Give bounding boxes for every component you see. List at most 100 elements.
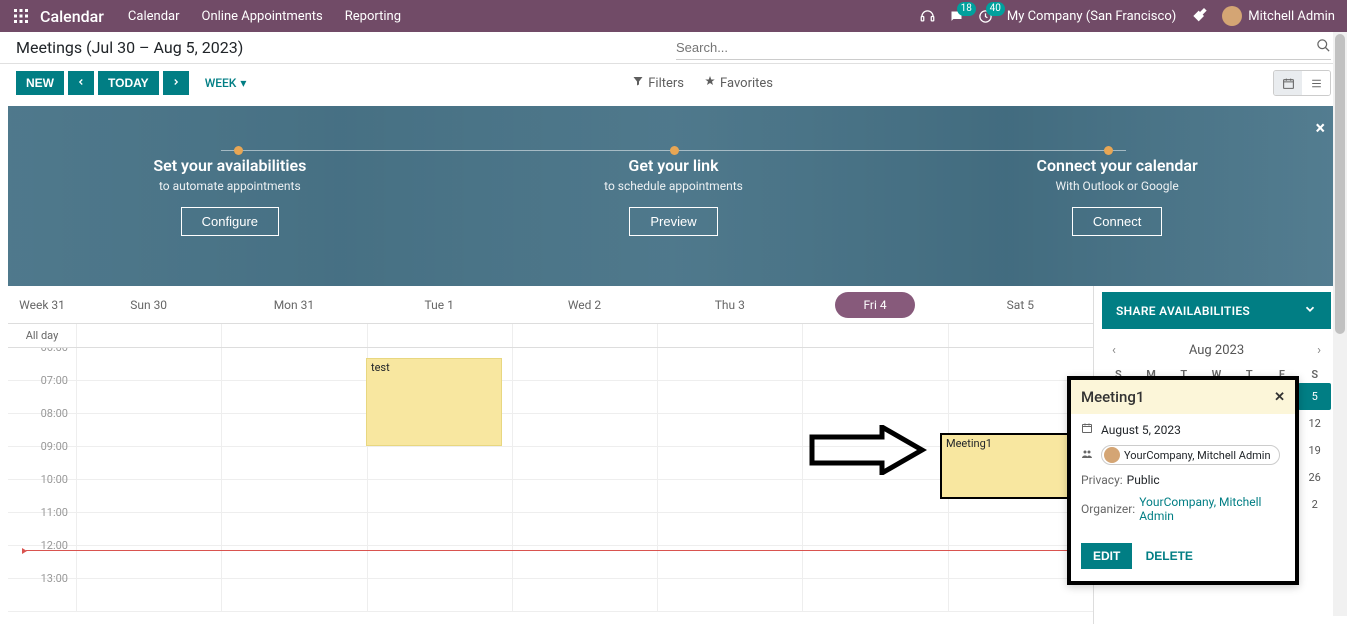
- week-label: Week 31: [8, 286, 76, 323]
- day-header-thu[interactable]: Thu 3: [657, 286, 802, 323]
- day-header-mon[interactable]: Mon 31: [221, 286, 366, 323]
- attendee-tag[interactable]: YourCompany, Mitchell Admin: [1101, 445, 1280, 465]
- control-row: Meetings (Jul 30 – Aug 5, 2023): [0, 32, 1347, 64]
- time-label: 09:00: [8, 440, 76, 472]
- nav-online-appointments[interactable]: Online Appointments: [202, 9, 323, 24]
- prev-button[interactable]: [68, 71, 94, 95]
- allday-cell[interactable]: [367, 324, 512, 347]
- people-icon: [1081, 448, 1095, 463]
- popover-date: August 5, 2023: [1101, 423, 1181, 437]
- step-sub: to automate appointments: [80, 179, 380, 193]
- time-grid[interactable]: 06:00 07:00 08:00 09:00 10:00 11:00 12:0…: [8, 348, 1093, 624]
- debug-icon[interactable]: [1192, 6, 1208, 26]
- popover-title: Meeting1: [1081, 388, 1144, 406]
- today-button[interactable]: TODAY: [98, 71, 159, 95]
- popover-body: August 5, 2023 YourCompany, Mitchell Adm…: [1071, 414, 1295, 539]
- day-header-sat[interactable]: Sat 5: [948, 286, 1093, 323]
- mini-day[interactable]: 19: [1298, 437, 1331, 464]
- onboarding-banner: × Set your availabilities to automate ap…: [8, 106, 1339, 286]
- toolbar: NEW TODAY WEEK ▾ Filters Favorites: [0, 64, 1347, 106]
- allday-cell[interactable]: [76, 324, 221, 347]
- step-title: Get your link: [523, 156, 823, 175]
- time-label: 12:00: [8, 539, 76, 571]
- day-header-fri[interactable]: Fri 4: [802, 286, 947, 323]
- mini-day[interactable]: 2: [1298, 491, 1331, 518]
- edit-button[interactable]: EDIT: [1081, 543, 1132, 569]
- user-name[interactable]: Mitchell Admin: [1248, 9, 1335, 24]
- company-selector[interactable]: My Company (San Francisco): [1007, 9, 1176, 24]
- activity-badge: 40: [986, 2, 1005, 16]
- delete-button[interactable]: DELETE: [1146, 549, 1193, 563]
- dow-label: S: [1298, 366, 1331, 383]
- favorites-label: Favorites: [720, 76, 773, 91]
- mini-day[interactable]: 12: [1298, 410, 1331, 437]
- event-meeting1[interactable]: Meeting1: [940, 433, 1078, 499]
- mini-day[interactable]: 26: [1298, 464, 1331, 491]
- event-test[interactable]: test: [366, 358, 502, 446]
- caret-down-icon: ▾: [240, 76, 246, 90]
- new-button[interactable]: NEW: [16, 71, 64, 95]
- allday-row: All day: [8, 324, 1093, 348]
- nav-calendar[interactable]: Calendar: [128, 9, 180, 24]
- favorites-button[interactable]: Favorites: [704, 75, 773, 91]
- calendar-view-button[interactable]: [1274, 71, 1302, 95]
- filters-button[interactable]: Filters: [632, 75, 684, 91]
- nav-reporting[interactable]: Reporting: [345, 9, 401, 24]
- close-popover-icon[interactable]: ✕: [1274, 390, 1285, 405]
- privacy-label: Privacy:: [1081, 473, 1123, 487]
- allday-cell[interactable]: [802, 324, 947, 347]
- apps-icon[interactable]: [12, 7, 30, 25]
- scale-dropdown[interactable]: WEEK ▾: [205, 76, 247, 90]
- mini-prev-button[interactable]: ‹: [1106, 341, 1122, 360]
- now-indicator: [26, 550, 1093, 551]
- event-popover: Meeting1 ✕ August 5, 2023 YourCompany, M…: [1067, 376, 1299, 585]
- step-sub: With Outlook or Google: [967, 179, 1267, 193]
- breadcrumb: Meetings (Jul 30 – Aug 5, 2023): [16, 38, 243, 57]
- scale-label: WEEK: [205, 76, 237, 90]
- organizer-link[interactable]: YourCompany, Mitchell Admin: [1139, 495, 1285, 523]
- funnel-icon: [632, 75, 644, 91]
- scrollbar[interactable]: [1333, 32, 1347, 616]
- next-button[interactable]: [163, 71, 189, 95]
- chat-icon[interactable]: 18: [949, 9, 964, 24]
- preview-button[interactable]: Preview: [629, 207, 717, 236]
- calendar-icon: [1081, 422, 1095, 437]
- allday-cell[interactable]: [948, 324, 1093, 347]
- step-sub: to schedule appointments: [523, 179, 823, 193]
- user-avatar[interactable]: [1222, 6, 1242, 26]
- step-title: Set your availabilities: [80, 156, 380, 175]
- day-header-tue[interactable]: Tue 1: [367, 286, 512, 323]
- mini-day[interactable]: 5: [1298, 383, 1331, 410]
- mini-next-button[interactable]: ›: [1311, 341, 1327, 360]
- privacy-value: Public: [1127, 473, 1160, 487]
- search-box[interactable]: [676, 36, 1331, 60]
- allday-cell[interactable]: [512, 324, 657, 347]
- search-input[interactable]: [676, 40, 1316, 55]
- list-view-button[interactable]: [1302, 71, 1330, 95]
- share-availabilities-button[interactable]: SHARE AVAILABILITIES: [1102, 292, 1331, 329]
- allday-cell[interactable]: [221, 324, 366, 347]
- banner-step-connect: Connect your calendar With Outlook or Go…: [967, 156, 1267, 236]
- star-icon: [704, 75, 716, 91]
- activity-icon[interactable]: 40: [978, 9, 993, 24]
- scrollbar-thumb[interactable]: [1335, 34, 1345, 334]
- attendee-avatar: [1104, 447, 1120, 463]
- connect-button[interactable]: Connect: [1072, 207, 1162, 236]
- view-switcher: [1273, 70, 1331, 96]
- progress-dot: [670, 146, 679, 155]
- progress-dot: [1104, 146, 1113, 155]
- banner-step-link: Get your link to schedule appointments P…: [523, 156, 823, 236]
- allday-label: All day: [8, 324, 76, 347]
- filters-label: Filters: [648, 76, 684, 91]
- day-header-wed[interactable]: Wed 2: [512, 286, 657, 323]
- search-icon[interactable]: [1316, 38, 1331, 57]
- voip-icon[interactable]: [920, 9, 935, 24]
- day-header-sun[interactable]: Sun 30: [76, 286, 221, 323]
- allday-cell[interactable]: [657, 324, 802, 347]
- time-label: 13:00: [8, 572, 76, 604]
- attendee-name: YourCompany, Mitchell Admin: [1124, 449, 1271, 462]
- configure-button[interactable]: Configure: [181, 207, 279, 236]
- close-banner-icon[interactable]: ×: [1315, 118, 1325, 139]
- time-label: 10:00: [8, 473, 76, 505]
- progress-dot: [234, 146, 243, 155]
